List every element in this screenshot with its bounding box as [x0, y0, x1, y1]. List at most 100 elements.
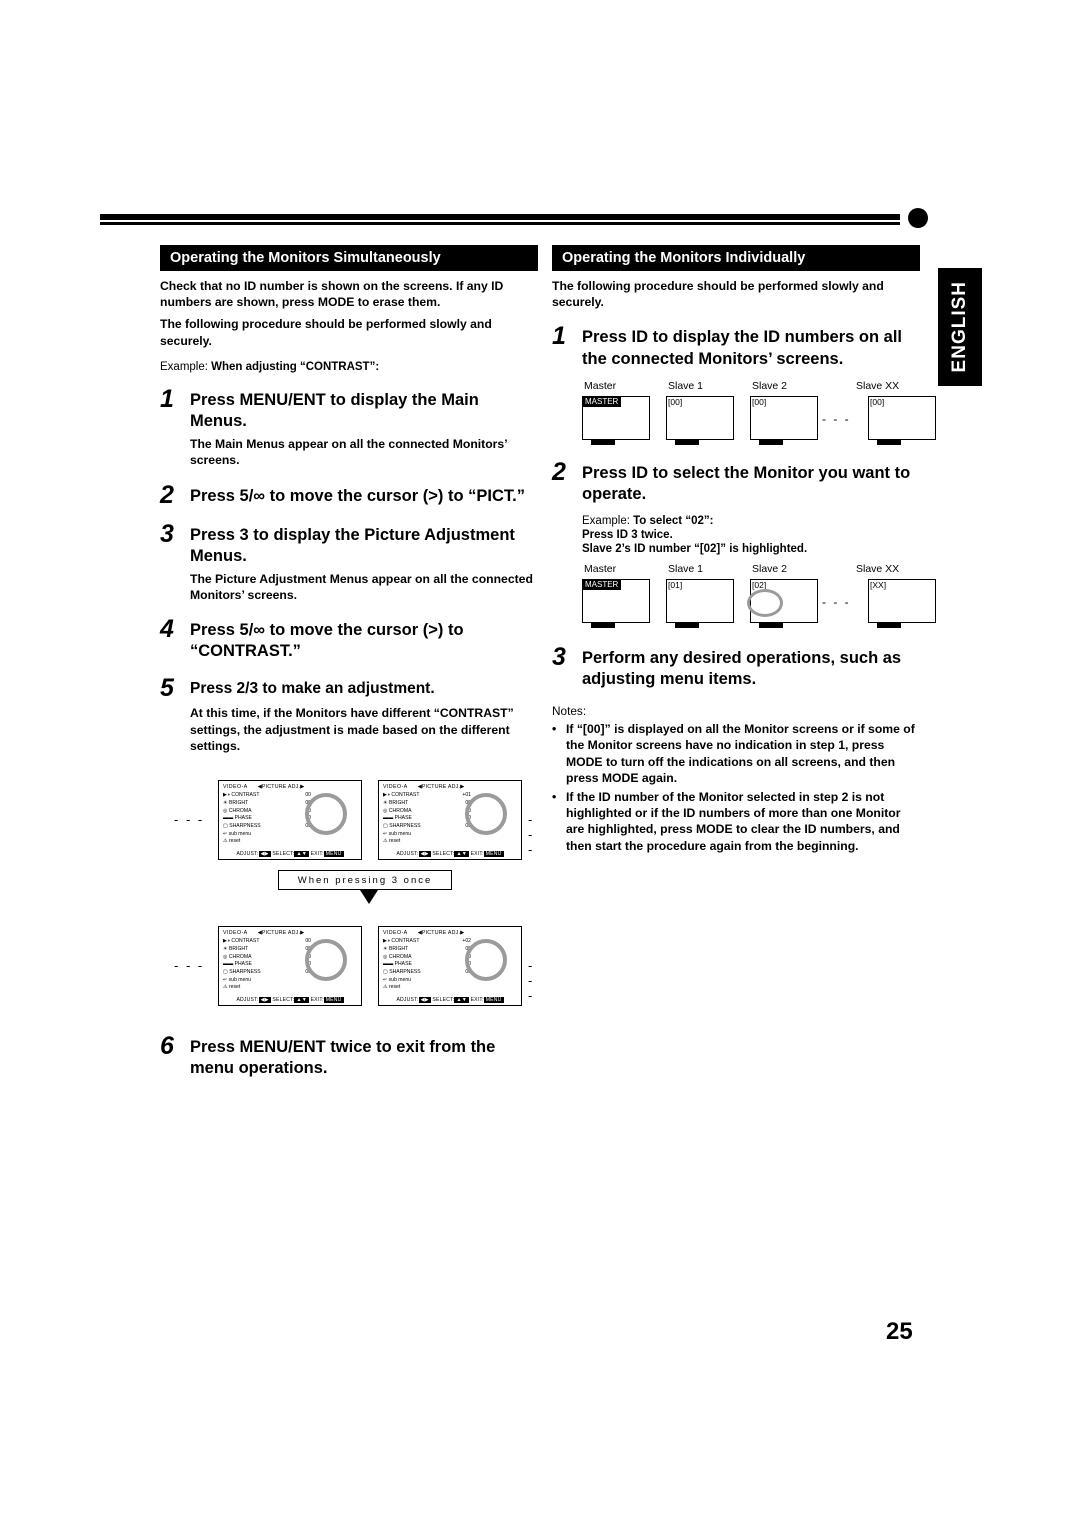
left-example-line: Example: When adjusting “CONTRAST”: [160, 361, 540, 373]
osd-3-footer-select-key: ▲▼ [294, 997, 309, 1004]
osd-4-footer-adjust: ADJUST: [396, 997, 419, 1004]
monitor-diagram-2: Master Slave 1 Slave 2 Slave XX MASTER [… [582, 562, 936, 635]
osd-3-row-0-label: ▶◑ CONTRAST [223, 938, 260, 945]
monitor-diagram-1: Master Slave 1 Slave 2 Slave XX MASTER [… [582, 379, 936, 452]
diagram1-label-slave1: Slave 1 [668, 379, 704, 392]
arrow-down-icon [360, 890, 378, 905]
osd-3-footer-select: SELECT: [272, 997, 295, 1004]
osd-1-row-6-label: ⚠ reset [223, 838, 241, 845]
when-pressing-label: When pressing 3 once [278, 870, 452, 891]
diagram2-label-slave2: Slave 2 [752, 562, 788, 575]
diagram2-tag-slave1: [01] [668, 579, 683, 590]
note-item-2: • If the ID number of the Monitor select… [552, 789, 920, 854]
left-step-4-text: Press 5/∞ to move the cursor (>) to “CON… [190, 621, 464, 661]
osd-3-footer-exit: EXIT: [310, 997, 324, 1004]
osd-4-row-0-label: ▶◑ CONTRAST [383, 938, 420, 945]
osd-2-footer-adjust: ADJUST: [396, 851, 419, 858]
osd-2-footer-adjust-key: ◀▶ [418, 851, 431, 858]
osd-3-footer-adjust: ADJUST: [236, 997, 259, 1004]
osd-1-video: VIDEO-A [223, 784, 248, 791]
section-header-simultaneously: Operating the Monitors Simultaneously [160, 245, 538, 271]
osd-2-header: VIDEO-A ◀PICTURE ADJ.▶ [379, 781, 521, 790]
osd-1-row-1-label: ☀ BRIGHT [223, 799, 249, 806]
osd-3-header: VIDEO-A ◀PICTURE ADJ.▶ [219, 927, 361, 936]
diagram1-tag-master: MASTER [582, 395, 622, 407]
diagram2-highlight-ring [747, 588, 783, 617]
right-step-1-number: 1 [552, 322, 566, 351]
right-step-3: 3 Perform any desired operations, such a… [552, 644, 920, 690]
osd-3-menu: ◀PICTURE ADJ.▶ [257, 930, 305, 937]
diagram1-monitor-slavexx: [00] [868, 395, 936, 445]
left-step-3-number: 3 [160, 519, 174, 548]
osd-1-footer-exit-key: MENU [323, 851, 344, 858]
header-rule-thick [100, 214, 900, 220]
osd-1-row-3-label: ▬▬ PHASE [223, 815, 252, 822]
diagram1-label-slavexx: Slave XX [856, 379, 900, 392]
diagram1-monitor-slave1: [00] [666, 395, 734, 445]
osd-4-row-0-value: +02 [462, 938, 471, 945]
osd-2-footer: ADJUST: ◀▶ SELECT: ▲▼ EXIT: MENU [379, 851, 521, 858]
note-2-text: If the ID number of the Monitor selected… [566, 789, 901, 853]
diagram2-stand-master [591, 622, 615, 628]
right-example-line2: Press ID 3 twice. [582, 528, 673, 541]
osd-2-row-5-label: ↵ sub menu [383, 830, 412, 837]
osd-1-row-0-label: ▶◑ CONTRAST [223, 792, 260, 799]
osd-1-footer: ADJUST: ◀▶ SELECT: ▲▼ EXIT: MENU [219, 851, 361, 858]
right-example-label: Example: [582, 514, 630, 527]
right-step-2-number: 2 [552, 457, 566, 486]
left-step-1-sub: The Main Menus appear on all the connect… [190, 437, 507, 468]
osd-4-row-1-label: ☀ BRIGHT [383, 945, 409, 952]
right-step-1-text: Press ID to display the ID numbers on al… [582, 328, 902, 368]
osd-4-row-2-label: ◎ CHROMA [383, 953, 412, 960]
diagram2-label-slavexx: Slave XX [856, 562, 900, 575]
header-rule-thin [100, 222, 900, 225]
diagram2-monitor-master: MASTER [582, 578, 650, 628]
dash-left-1: - - - [174, 812, 205, 828]
osd-diagram-after: - - - VIDEO-A ◀PICTURE ADJ.▶ ▶◑ CONTRAST… [160, 916, 540, 1016]
left-step-6: 6 Press MENU/ENT twice to exit from the … [160, 1034, 540, 1079]
left-step-4: 4 Press 5/∞ to move the cursor (>) to “C… [160, 617, 540, 662]
diagram1-stand-slavexx [877, 439, 901, 445]
osd-4-highlight-ring [465, 939, 507, 982]
left-step-3: 3 Press 3 to display the Picture Adjustm… [160, 519, 540, 567]
osd-screen-4: VIDEO-A ◀PICTURE ADJ.▶ ▶◑ CONTRAST +02 ☀ … [378, 926, 522, 1007]
diagram1-stand-slave1 [675, 439, 699, 445]
left-step-4-number: 4 [160, 615, 174, 644]
right-example-line1: Example: To select “02”: [582, 515, 920, 527]
osd-3-row-2-label: ◎ CHROMA [223, 953, 252, 960]
left-step-5-number: 5 [160, 674, 174, 703]
osd-3-row-3-label: ▬▬ PHASE [223, 961, 252, 968]
osd-4-video: VIDEO-A [383, 930, 408, 937]
diagram2-ellipsis: - - - [822, 594, 851, 609]
diagram1-stand-master [591, 439, 615, 445]
note-1-text: If “[00]” is displayed on all the Monito… [566, 722, 915, 785]
osd-3-row-6-label: ⚠ reset [223, 984, 241, 991]
left-step-3-text: Press 3 to display the Picture Adjustmen… [190, 525, 515, 565]
notes-title: Notes: [552, 704, 587, 719]
osd-2-video: VIDEO-A [383, 784, 408, 791]
left-intro-2: The following procedure should be perfor… [160, 317, 492, 348]
left-example-label: Example: [160, 360, 208, 373]
note-2-bullet: • [552, 789, 557, 804]
diagram1-tag-slavexx: [00] [870, 396, 885, 407]
osd-diagram-before: - - - VIDEO-A ◀PICTURE ADJ.▶ ▶◑ CONTRAST… [160, 770, 540, 870]
left-step-2-text: Press 5/∞ to move the cursor (>) to “PIC… [190, 486, 525, 505]
left-intro-1: Check that no ID number is shown on the … [160, 279, 504, 310]
osd-4-footer-exit: EXIT: [470, 997, 484, 1004]
page-number: 25 [886, 1318, 913, 1345]
diagram2-monitor-slave1: [01] [666, 578, 734, 628]
left-step-6-text: Press MENU/ENT twice to exit from the me… [190, 1038, 496, 1078]
left-step-3-sub: The Picture Adjustment Menus appear on a… [190, 571, 533, 602]
osd-2-row-4-label: ▢ SHARPNESS [383, 823, 421, 829]
osd-4-footer-exit-key: MENU [483, 997, 504, 1004]
dash-right-2: - - - [528, 958, 535, 1004]
osd-3-row-0-value: 00 [305, 938, 311, 945]
dash-right-1: - - - [528, 812, 535, 858]
diagram2-monitor-slavexx: [XX] [868, 578, 936, 628]
osd-4-menu: ◀PICTURE ADJ.▶ [417, 930, 465, 937]
osd-2-row-3-label: ▬▬ PHASE [383, 815, 412, 822]
note-1-bullet: • [552, 722, 557, 737]
note-item-1: • If “[00]” is displayed on all the Moni… [552, 721, 920, 786]
right-step-2-text: Press ID to select the Monitor you want … [582, 463, 911, 503]
osd-1-header: VIDEO-A ◀PICTURE ADJ.▶ [219, 781, 361, 790]
